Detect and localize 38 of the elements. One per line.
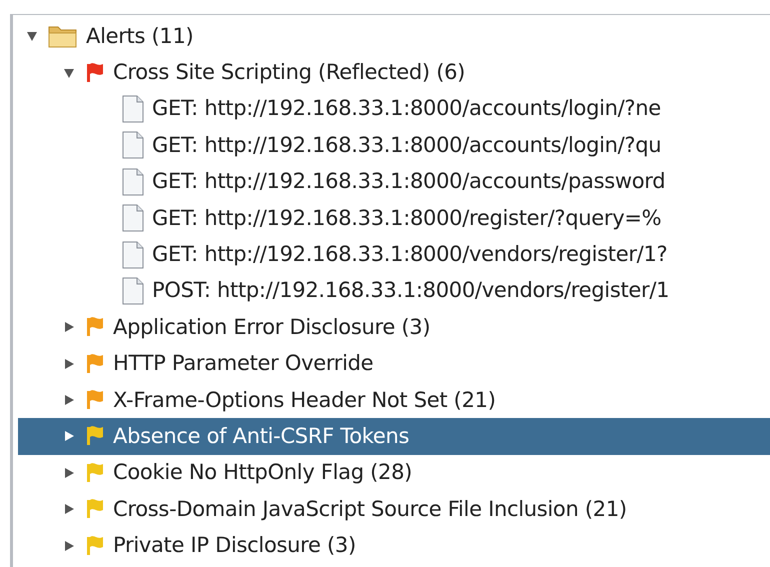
tree-label: X-Frame-Options Header Not Set (21) [113,390,496,411]
tree-label: GET: http://192.168.33.1:8000/register/?query=% [152,208,662,229]
tree-row[interactable]: Cross Site Scripting (Reflected) (6) [18,54,770,91]
tree-row[interactable]: Private IP Disclosure (3) [18,527,770,564]
tree-row[interactable]: GET: http://192.168.33.1:8000/vendors/register/1? [18,236,770,273]
tree-row[interactable]: Cross-Domain JavaScript Source File Inclusion (21) [18,491,770,528]
document-icon [122,204,144,232]
tree-label: GET: http://192.168.33.1:8000/vendors/register/1? [152,244,668,266]
tree-row[interactable]: GET: http://192.168.33.1:8000/accounts/login/?ne [18,90,770,128]
tree-row[interactable]: X-Frame-Options Header Not Set (21) [18,382,770,418]
tree-row[interactable]: HTTP Parameter Override [18,346,770,382]
tree-row[interactable]: POST: http://192.168.33.1:8000/vendors/register/1 [18,272,770,310]
tree-row[interactable]: GET: http://192.168.33.1:8000/accounts/login/?qu [18,127,770,164]
document-icon [122,168,144,196]
tree-label: Absence of Anti-CSRF Tokens [113,426,410,447]
tree-row[interactable]: Alerts (11) [18,18,770,54]
tree-label: Cross-Domain JavaScript Source File Inclusion (21) [113,498,627,520]
tree-row[interactable]: Absence of Anti-CSRF Tokens [18,418,770,455]
tree-label: HTTP Parameter Override [113,353,374,374]
document-icon [122,240,144,269]
tree-label: Cookie No HttpOnly Flag (28) [113,462,412,484]
tree-label: GET: http://192.168.33.1:8000/accounts/login/?ne [152,98,661,120]
tree-row[interactable]: Application Error Disclosure (3) [18,309,770,346]
tree-label: Cross Site Scripting (Reflected) (6) [113,62,466,84]
tree-label: Private IP Disclosure (3) [113,535,356,556]
document-icon [122,276,144,305]
tree-row[interactable]: GET: http://192.168.33.1:8000/accounts/password [18,164,770,200]
tree-row[interactable]: Cookie No HttpOnly Flag (28) [18,454,770,492]
document-icon [122,131,144,160]
collapse-icon[interactable] [63,66,77,79]
tree-label: GET: http://192.168.33.1:8000/accounts/password [152,171,666,192]
tree-label: GET: http://192.168.33.1:8000/accounts/login/?qu [152,134,662,156]
tree-row[interactable]: GET: http://192.168.33.1:8000/register/?query=% [18,200,770,236]
tree-label: Alerts (11) [86,26,194,47]
tree-label: Application Error Disclosure (3) [113,316,430,338]
collapse-icon[interactable] [26,30,40,42]
tree-label: POST: http://192.168.33.1:8000/vendors/register/1 [152,280,670,302]
document-icon [122,94,144,123]
